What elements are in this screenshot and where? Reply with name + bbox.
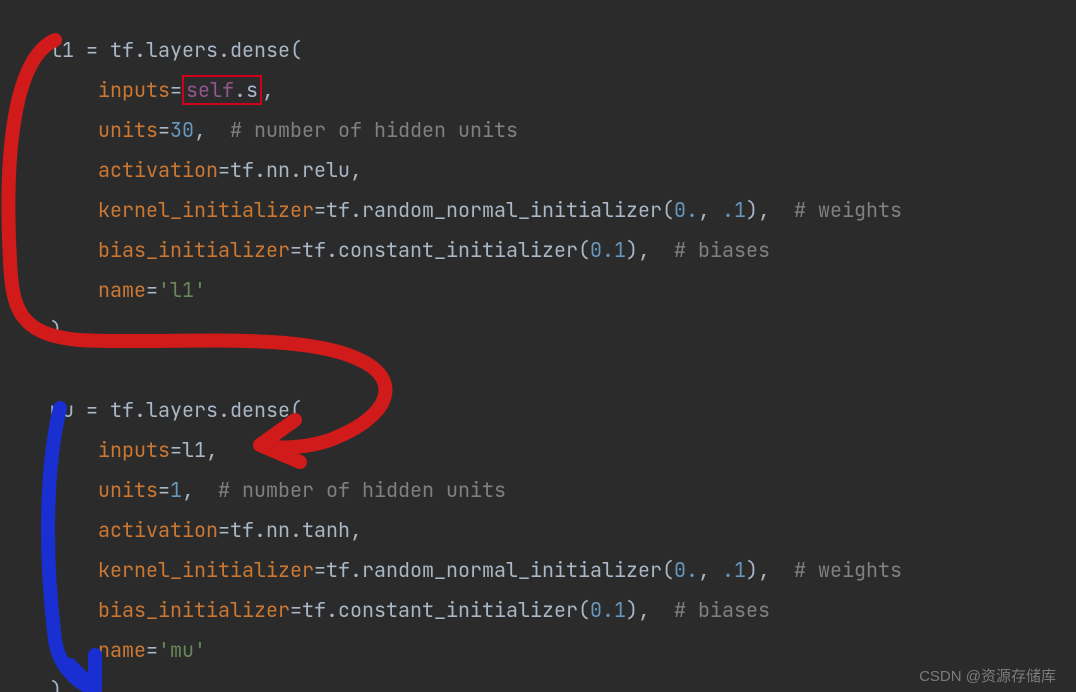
paren-close: ) bbox=[626, 597, 638, 623]
arg-units: units bbox=[98, 117, 158, 143]
fn-tanh: tf.nn.tanh bbox=[230, 517, 350, 543]
code-line: kernel_initializer=tf.random_normal_init… bbox=[50, 550, 1076, 590]
comma: , bbox=[758, 557, 770, 583]
code-line: name='mu' bbox=[50, 630, 1076, 670]
code-line: inputs=l1, bbox=[50, 430, 1076, 470]
paren-close: ) bbox=[626, 237, 638, 263]
arg-bias-init: bias_initializer bbox=[98, 237, 290, 263]
comma: , bbox=[182, 477, 194, 503]
comma: , bbox=[262, 77, 274, 103]
comment: # biases bbox=[674, 237, 770, 263]
arg-inputs: inputs bbox=[98, 437, 170, 463]
code-line: activation=tf.nn.relu, bbox=[50, 150, 1076, 190]
var-l1: l1 bbox=[50, 37, 74, 63]
code-line: kernel_initializer=tf.random_normal_init… bbox=[50, 190, 1076, 230]
watermark: CSDN @资源存储库 bbox=[919, 669, 1056, 684]
paren-close: ) bbox=[50, 677, 62, 692]
code-line: bias_initializer=tf.constant_initializer… bbox=[50, 590, 1076, 630]
var-l1-ref: l1 bbox=[182, 437, 206, 463]
num-0p1: 0.1 bbox=[590, 597, 626, 623]
num-p1: .1 bbox=[722, 557, 746, 583]
code-line: activation=tf.nn.tanh, bbox=[50, 510, 1076, 550]
code-line: units=1, # number of hidden units bbox=[50, 470, 1076, 510]
num-0: 0. bbox=[674, 197, 698, 223]
comment: # number of hidden units bbox=[230, 117, 518, 143]
comma: , bbox=[638, 237, 650, 263]
paren-open: ( bbox=[290, 37, 302, 63]
arg-name: name bbox=[98, 277, 146, 303]
paren-close: ) bbox=[746, 197, 758, 223]
code-line: bias_initializer=tf.constant_initializer… bbox=[50, 230, 1076, 270]
arg-units: units bbox=[98, 477, 158, 503]
comment: # weights bbox=[794, 197, 902, 223]
fn-rni: tf.random_normal_initializer bbox=[326, 197, 662, 223]
num-0p1: 0.1 bbox=[590, 237, 626, 263]
fn-dense: tf.layers.dense bbox=[110, 397, 290, 423]
arg-bias-init: bias_initializer bbox=[98, 597, 290, 623]
comment: # weights bbox=[794, 557, 902, 583]
arg-activation: activation bbox=[98, 517, 218, 543]
comma: , bbox=[698, 557, 710, 583]
str-l1: 'l1' bbox=[158, 277, 206, 303]
comma: , bbox=[698, 197, 710, 223]
code-line: units=30, # number of hidden units bbox=[50, 110, 1076, 150]
kw-self: self bbox=[186, 77, 234, 103]
str-mu: 'mu' bbox=[158, 637, 206, 663]
comma: , bbox=[350, 157, 362, 183]
num-0: 0. bbox=[674, 557, 698, 583]
fn-ci: tf.constant_initializer bbox=[302, 597, 578, 623]
paren-close: ) bbox=[746, 557, 758, 583]
fn-ci: tf.constant_initializer bbox=[302, 237, 578, 263]
paren-open: ( bbox=[290, 397, 302, 423]
code-line: l1 = tf.layers.dense( bbox=[50, 30, 1076, 70]
var-mu: mu bbox=[50, 397, 74, 423]
comment: # number of hidden units bbox=[218, 477, 506, 503]
fn-dense: tf.layers.dense bbox=[110, 37, 290, 63]
comma: , bbox=[206, 437, 218, 463]
code-line: mu = tf.layers.dense( bbox=[50, 390, 1076, 430]
code-line: ) bbox=[50, 310, 1076, 350]
blank-line bbox=[50, 350, 1076, 390]
arg-inputs: inputs bbox=[98, 77, 170, 103]
comma: , bbox=[350, 517, 362, 543]
paren-close: ) bbox=[50, 317, 62, 343]
paren-open: ( bbox=[662, 197, 674, 223]
dot: . bbox=[234, 77, 246, 103]
attr-s: s bbox=[246, 77, 258, 103]
op-eq: = bbox=[74, 37, 110, 63]
num-1: 1 bbox=[170, 477, 182, 503]
comment: # biases bbox=[674, 597, 770, 623]
num-30: 30 bbox=[170, 117, 194, 143]
arg-kernel-init: kernel_initializer bbox=[98, 557, 314, 583]
comma: , bbox=[758, 197, 770, 223]
code-line: inputs=self.s, bbox=[50, 70, 1076, 110]
fn-relu: tf.nn.relu bbox=[230, 157, 350, 183]
comma: , bbox=[638, 597, 650, 623]
paren-open: ( bbox=[578, 597, 590, 623]
paren-open: ( bbox=[578, 237, 590, 263]
arg-kernel-init: kernel_initializer bbox=[98, 197, 314, 223]
code-line: name='l1' bbox=[50, 270, 1076, 310]
code-editor: l1 = tf.layers.dense( inputs=self.s, uni… bbox=[0, 0, 1076, 692]
num-p1: .1 bbox=[722, 197, 746, 223]
fn-rni: tf.random_normal_initializer bbox=[326, 557, 662, 583]
paren-open: ( bbox=[662, 557, 674, 583]
op-eq: = bbox=[74, 397, 110, 423]
comma: , bbox=[194, 117, 206, 143]
arg-activation: activation bbox=[98, 157, 218, 183]
arg-name: name bbox=[98, 637, 146, 663]
